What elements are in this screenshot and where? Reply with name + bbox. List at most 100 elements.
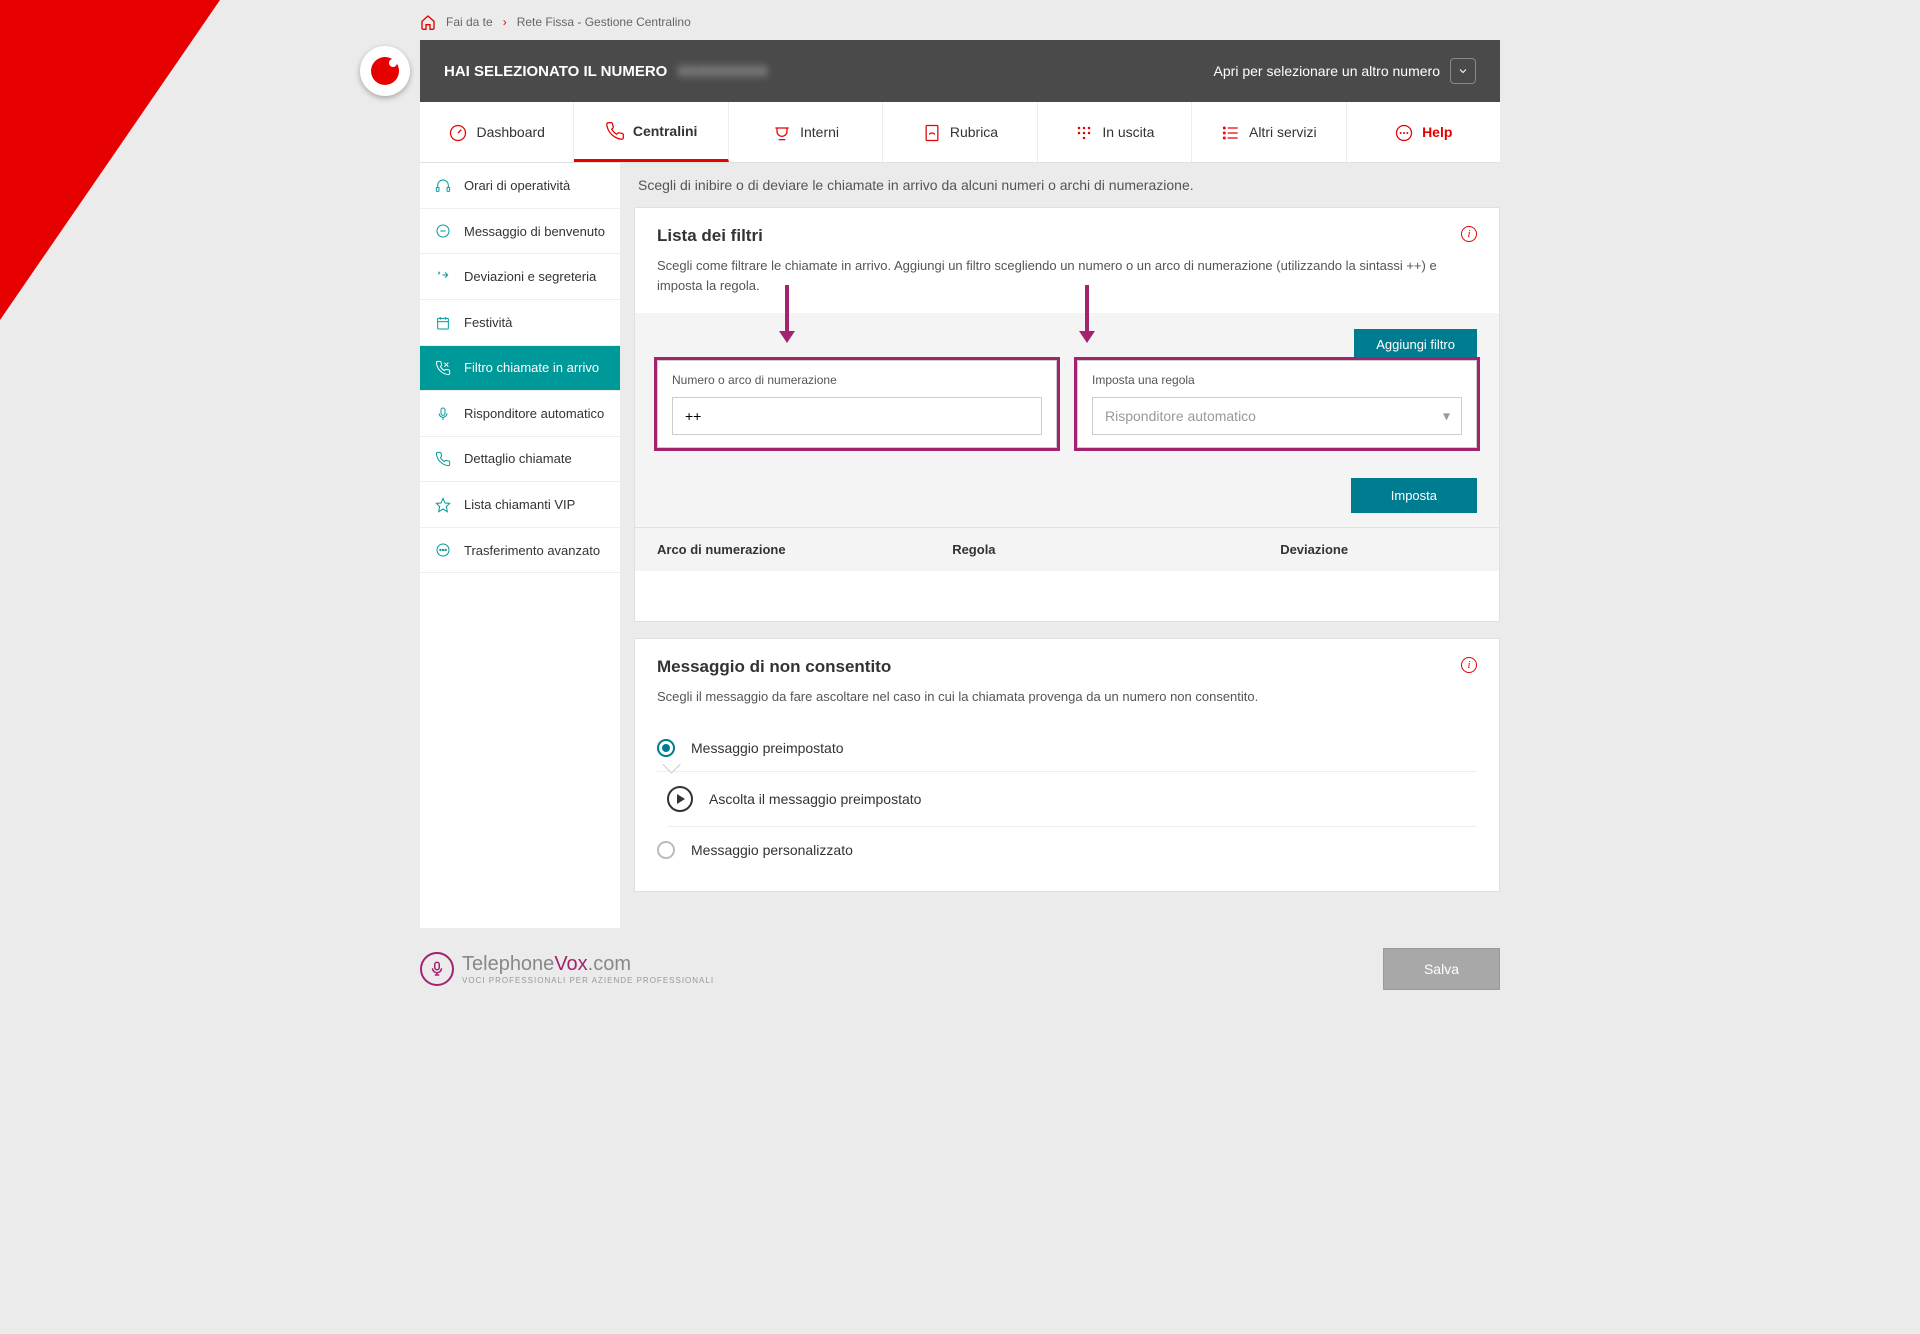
tab-label: In uscita <box>1102 124 1154 140</box>
annotation-arrow-icon <box>785 285 789 333</box>
phone-detail-icon <box>434 451 452 468</box>
sidebar-item-label: Deviazioni e segreteria <box>464 269 596 284</box>
footer-brand-2: Vox <box>554 953 587 975</box>
chevron-right-icon: › <box>503 15 507 29</box>
add-filter-button[interactable]: Aggiungi filtro <box>1354 329 1477 360</box>
mic-logo-icon <box>420 952 454 986</box>
breadcrumb: Fai da te › Rete Fissa - Gestione Centra… <box>420 0 1500 40</box>
th-arco: Arco di numerazione <box>657 542 952 557</box>
th-deviazione: Deviazione <box>1280 542 1477 557</box>
sidebar-item-label: Messaggio di benvenuto <box>464 224 605 239</box>
number-field-label: Numero o arco di numerazione <box>672 373 1042 387</box>
tab-centralini[interactable]: Centralini <box>574 102 728 162</box>
sidebar-item-dettaglio[interactable]: Dettaglio chiamate <box>420 437 620 483</box>
filter-card: i Lista dei filtri Scegli come filtrare … <box>634 207 1500 622</box>
intro-text: Scegli di inibire o di deviare le chiama… <box>634 163 1500 207</box>
rule-field-label: Imposta una regola <box>1092 373 1462 387</box>
sidebar-item-label: Festività <box>464 315 512 330</box>
tab-label: Centralini <box>633 123 698 139</box>
number-input[interactable] <box>672 397 1042 435</box>
set-button[interactable]: Imposta <box>1351 478 1477 513</box>
phone-forward-icon <box>434 268 452 285</box>
notallowed-card: i Messaggio di non consentito Scegli il … <box>634 638 1500 892</box>
tab-label: Altri servizi <box>1249 124 1317 140</box>
tab-help[interactable]: Help <box>1347 102 1500 162</box>
open-other-number[interactable]: Apri per selezionare un altro numero <box>1214 63 1440 79</box>
header-bar: HAI SELEZIONATO IL NUMERO XXXXXXXXX Apri… <box>420 40 1500 102</box>
main-tabs: Dashboard Centralini Interni Rubrica In … <box>420 102 1500 163</box>
notallowed-desc: Scegli il messaggio da fare ascoltare ne… <box>657 687 1477 707</box>
decorative-triangle <box>0 0 220 320</box>
chevron-down-icon[interactable] <box>1450 58 1476 84</box>
sidebar-item-label: Risponditore automatico <box>464 406 604 421</box>
radio-icon[interactable] <box>657 841 675 859</box>
filter-table-body <box>635 571 1499 621</box>
filter-desc: Scegli come filtrare le chiamate in arri… <box>657 256 1477 295</box>
sidebar-item-label: Filtro chiamate in arrivo <box>464 360 599 375</box>
home-icon[interactable] <box>420 14 436 30</box>
tab-label: Interni <box>800 124 839 140</box>
breadcrumb-page: Rete Fissa - Gestione Centralino <box>517 15 691 29</box>
message-icon <box>434 223 452 240</box>
tab-interni[interactable]: Interni <box>729 102 883 162</box>
headset-icon <box>434 177 452 194</box>
sidebar-item-orari[interactable]: Orari di operatività <box>420 163 620 209</box>
sidebar-item-label: Lista chiamanti VIP <box>464 497 575 512</box>
sidebar-item-label: Dettaglio chiamate <box>464 451 572 466</box>
mic-icon <box>434 405 452 422</box>
dialpad-icon <box>1074 122 1094 143</box>
sidebar-item-vip[interactable]: Lista chiamanti VIP <box>420 482 620 528</box>
notallowed-title: Messaggio di non consentito <box>657 657 1477 677</box>
selected-number-label: HAI SELEZIONATO IL NUMERO <box>444 63 667 80</box>
option-custom[interactable]: Messaggio personalizzato <box>657 827 1477 873</box>
tab-altri-servizi[interactable]: Altri servizi <box>1192 102 1346 162</box>
footer-brand-3: .com <box>588 953 631 975</box>
sidebar-item-trasferimento[interactable]: Trasferimento avanzato <box>420 528 620 574</box>
number-field-box: Numero o arco di numerazione <box>657 360 1057 448</box>
tab-label: Help <box>1422 124 1452 140</box>
brand-logo <box>360 46 410 96</box>
sidebar-item-label: Trasferimento avanzato <box>464 543 600 558</box>
sidebar: Orari di operatività Messaggio di benven… <box>420 163 620 928</box>
list-settings-icon <box>1221 122 1241 143</box>
radio-icon[interactable] <box>657 739 675 757</box>
sidebar-item-filtro[interactable]: Filtro chiamate in arrivo <box>420 346 620 392</box>
th-regola: Regola <box>952 542 1280 557</box>
chat-icon <box>1394 122 1414 143</box>
sidebar-item-benvenuto[interactable]: Messaggio di benvenuto <box>420 209 620 255</box>
more-icon <box>434 542 452 559</box>
tab-label: Dashboard <box>476 124 545 140</box>
sidebar-item-risponditore[interactable]: Risponditore automatico <box>420 391 620 437</box>
tab-label: Rubrica <box>950 124 998 140</box>
sidebar-item-deviazioni[interactable]: Deviazioni e segreteria <box>420 254 620 300</box>
tab-rubrica[interactable]: Rubrica <box>883 102 1037 162</box>
option-label: Messaggio personalizzato <box>691 842 853 858</box>
option-label: Messaggio preimpostato <box>691 740 844 756</box>
filter-table-header: Arco di numerazione Regola Deviazione <box>635 527 1499 571</box>
footer-tagline: VOCI PROFESSIONALI PER AZIENDE PROFESSIO… <box>462 976 714 985</box>
tab-dashboard[interactable]: Dashboard <box>420 102 574 162</box>
calendar-icon <box>434 314 452 331</box>
option-preset[interactable]: Messaggio preimpostato <box>657 725 1477 772</box>
option-label: Ascolta il messaggio preimpostato <box>709 791 921 807</box>
gauge-icon <box>448 122 468 143</box>
save-button[interactable]: Salva <box>1383 948 1500 990</box>
phone-icon <box>605 120 625 141</box>
footer-logo: TelephoneVox.com VOCI PROFESSIONALI PER … <box>420 952 714 986</box>
option-listen[interactable]: Ascolta il messaggio preimpostato <box>667 772 1477 827</box>
play-icon[interactable] <box>667 786 693 812</box>
phone-filter-icon <box>434 360 452 377</box>
footer-brand-1: Telephone <box>462 953 554 975</box>
rule-field-box: Imposta una regola Risponditore automati… <box>1077 360 1477 448</box>
tab-inuscita[interactable]: In uscita <box>1038 102 1192 162</box>
selected-number-value: XXXXXXXXX <box>678 63 768 80</box>
annotation-arrow-icon <box>1085 285 1089 333</box>
sidebar-item-festivita[interactable]: Festività <box>420 300 620 346</box>
sidebar-item-label: Orari di operatività <box>464 178 570 193</box>
rule-select[interactable]: Risponditore automatico <box>1092 397 1462 435</box>
filter-title: Lista dei filtri <box>657 226 1477 246</box>
star-icon <box>434 496 452 513</box>
phone-old-icon <box>772 122 792 143</box>
addressbook-icon <box>922 122 942 143</box>
breadcrumb-home[interactable]: Fai da te <box>446 15 493 29</box>
